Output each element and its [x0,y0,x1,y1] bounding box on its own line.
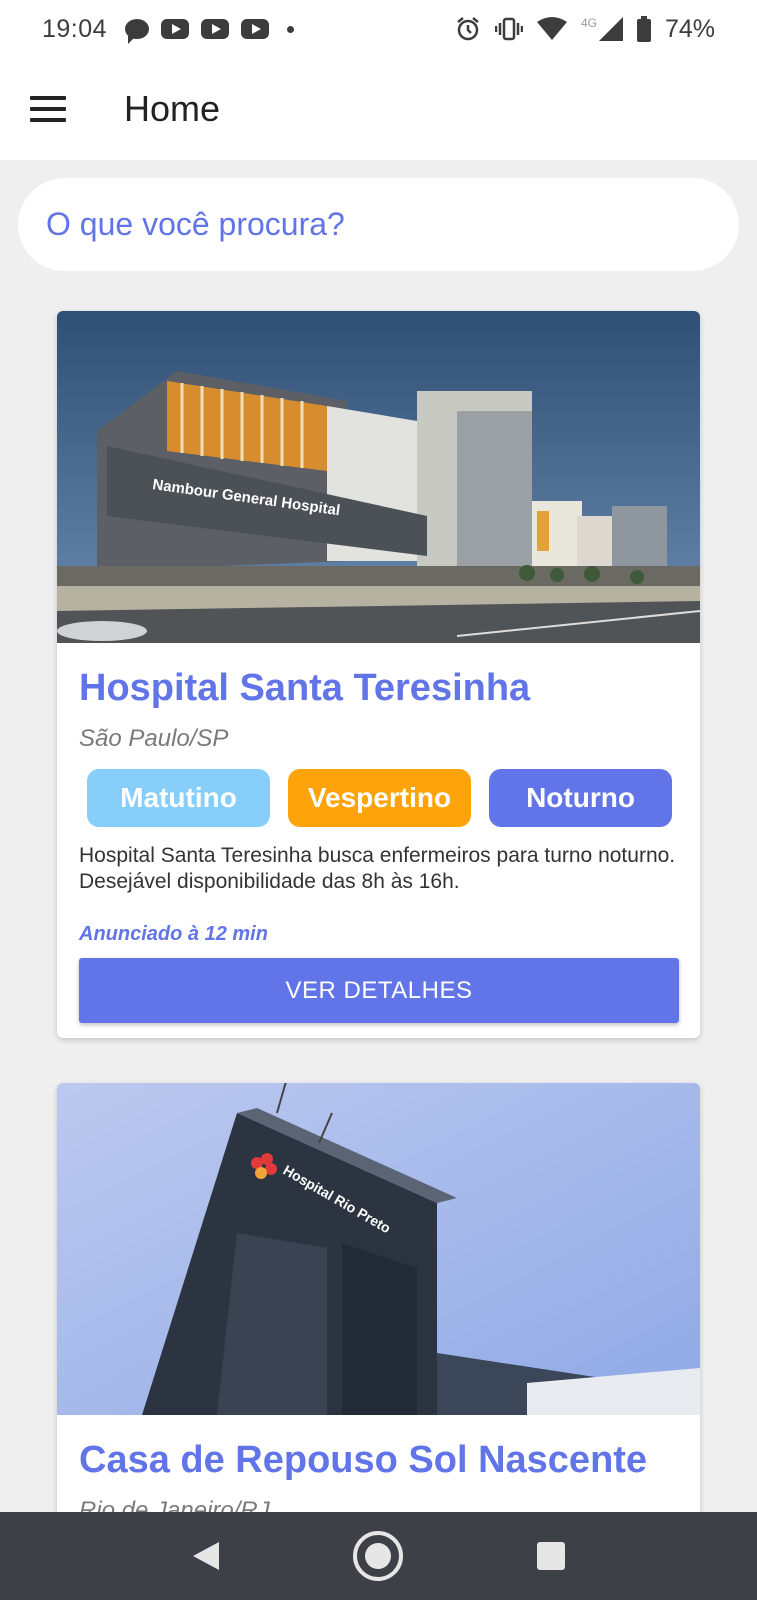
card-posted-time: Anunciado à 12 min [79,923,268,945]
hospital-image: Hospital Rio Preto [57,1083,700,1415]
navigation-bar [0,1512,757,1600]
youtube-icon [201,19,230,39]
app-bar: Home [0,58,757,160]
view-details-button[interactable]: VER DETALHES [79,958,679,1023]
alarm-icon [455,16,481,42]
youtube-icon [241,19,270,39]
search-input[interactable] [46,206,646,243]
youtube-icon [161,19,190,39]
card-title[interactable]: Casa de Repouso Sol Nascente [79,1435,678,1485]
shift-matutino-button[interactable]: Matutino [87,769,270,827]
status-bar: 19:04 4G 74% [0,0,757,58]
signal-icon [598,17,623,41]
battery-icon [636,16,651,42]
job-card: Nambour General Hospital Hospital Santa … [57,311,700,1038]
battery-percentage: 74% [664,14,715,43]
menu-icon[interactable] [30,96,66,122]
vibrate-icon [494,17,523,41]
shift-noturno-button[interactable]: Noturno [489,769,672,827]
hospital-image: Nambour General Hospital [57,311,700,643]
page-title: Home [124,88,221,129]
shift-vespertino-button[interactable]: Vespertino [288,769,471,827]
search-bar[interactable] [18,178,739,271]
card-title[interactable]: Hospital Santa Teresinha [79,663,678,713]
home-icon[interactable] [348,1526,408,1586]
recents-icon[interactable] [521,1526,581,1586]
shift-tags: Matutino Vespertino Noturno [79,769,678,827]
card-description: Hospital Santa Teresinha busca enfermeir… [79,844,676,893]
wifi-icon [536,17,567,41]
messenger-icon [125,19,150,44]
status-time: 19:04 [42,14,108,43]
back-icon[interactable] [176,1526,236,1586]
dot-icon [287,25,295,33]
network-label: 4G [580,16,597,30]
card-location: São Paulo/SP [79,725,229,752]
